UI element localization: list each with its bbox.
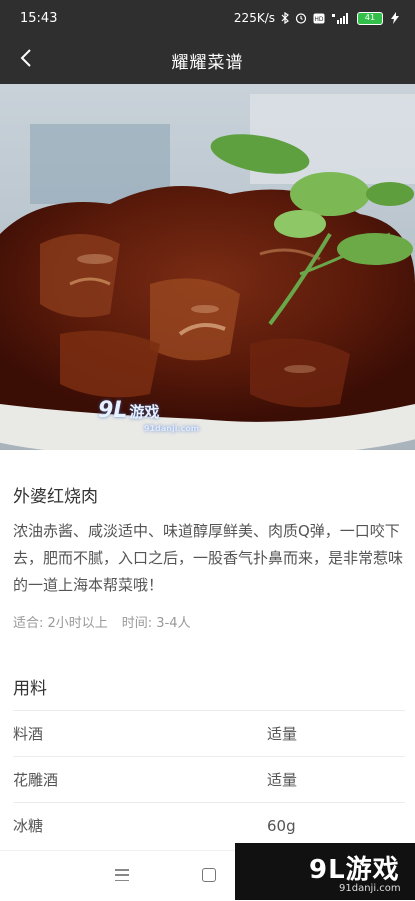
status-time: 15:43 — [20, 10, 58, 26]
ingredient-row: 料酒 适量 — [13, 710, 405, 756]
signal-4g-icon — [331, 12, 351, 24]
ingredient-name: 花雕酒 — [13, 771, 59, 789]
watermark-logo: 9L — [98, 398, 128, 423]
ingredient-amount: 60g — [267, 816, 296, 835]
brand-url: 91danji.com — [339, 883, 401, 894]
status-icons: 225K/s HD 41 — [234, 11, 401, 25]
ingredient-name: 冰糖 — [13, 817, 44, 835]
hd-icon: HD — [313, 13, 325, 24]
recipe-title: 外婆红烧肉 — [13, 487, 98, 507]
recipe-hero-image — [0, 84, 415, 450]
watermark-url: 91danji.com — [144, 424, 200, 433]
page-title: 耀耀菜谱 — [171, 52, 244, 73]
brand-watermark: 9L游戏 91danji.com — [235, 843, 415, 900]
watermark: 9L 游戏 91danji.com — [98, 398, 199, 433]
recipe-suitable: 适合: 2小时以上 — [13, 616, 108, 631]
back-button[interactable] — [12, 46, 40, 74]
svg-text:HD: HD — [314, 16, 324, 23]
bluetooth-icon — [281, 12, 289, 24]
ingredient-amount: 适量 — [267, 771, 298, 789]
net-speed: 225K/s — [233, 11, 275, 25]
status-bar: 15:43 225K/s HD 41 — [0, 0, 415, 36]
app-header: 耀耀菜谱 — [0, 36, 415, 84]
alarm-icon — [295, 12, 307, 24]
home-icon[interactable] — [202, 868, 216, 882]
chevron-left-icon — [19, 48, 33, 72]
menu-icon[interactable] — [115, 869, 129, 881]
ingredients-title: 用料 — [13, 679, 47, 699]
ingredient-name: 料酒 — [13, 725, 44, 743]
brand-logo: 9L游戏 — [309, 855, 400, 885]
ingredient-amount: 适量 — [267, 725, 298, 743]
ingredients-table: 料酒 适量 花雕酒 适量 冰糖 60g — [13, 710, 405, 848]
watermark-text: 游戏 — [129, 403, 160, 421]
braised-pork-photo — [0, 84, 415, 450]
charging-icon — [389, 12, 401, 24]
battery-level: 41 — [364, 13, 376, 22]
recipe-time: 时间: 3-4人 — [121, 616, 191, 631]
battery-icon: 41 — [357, 11, 383, 25]
ingredient-row: 冰糖 60g — [13, 802, 405, 848]
recipe-meta: 适合: 2小时以上 时间: 3-4人 — [13, 612, 191, 631]
ingredient-row: 花雕酒 适量 — [13, 756, 405, 802]
recipe-description: 浓油赤酱、咸淡适中、味道醇厚鲜美、肉质Q弹，一口咬下去，肥而不腻，入口之后，一股… — [13, 522, 404, 594]
